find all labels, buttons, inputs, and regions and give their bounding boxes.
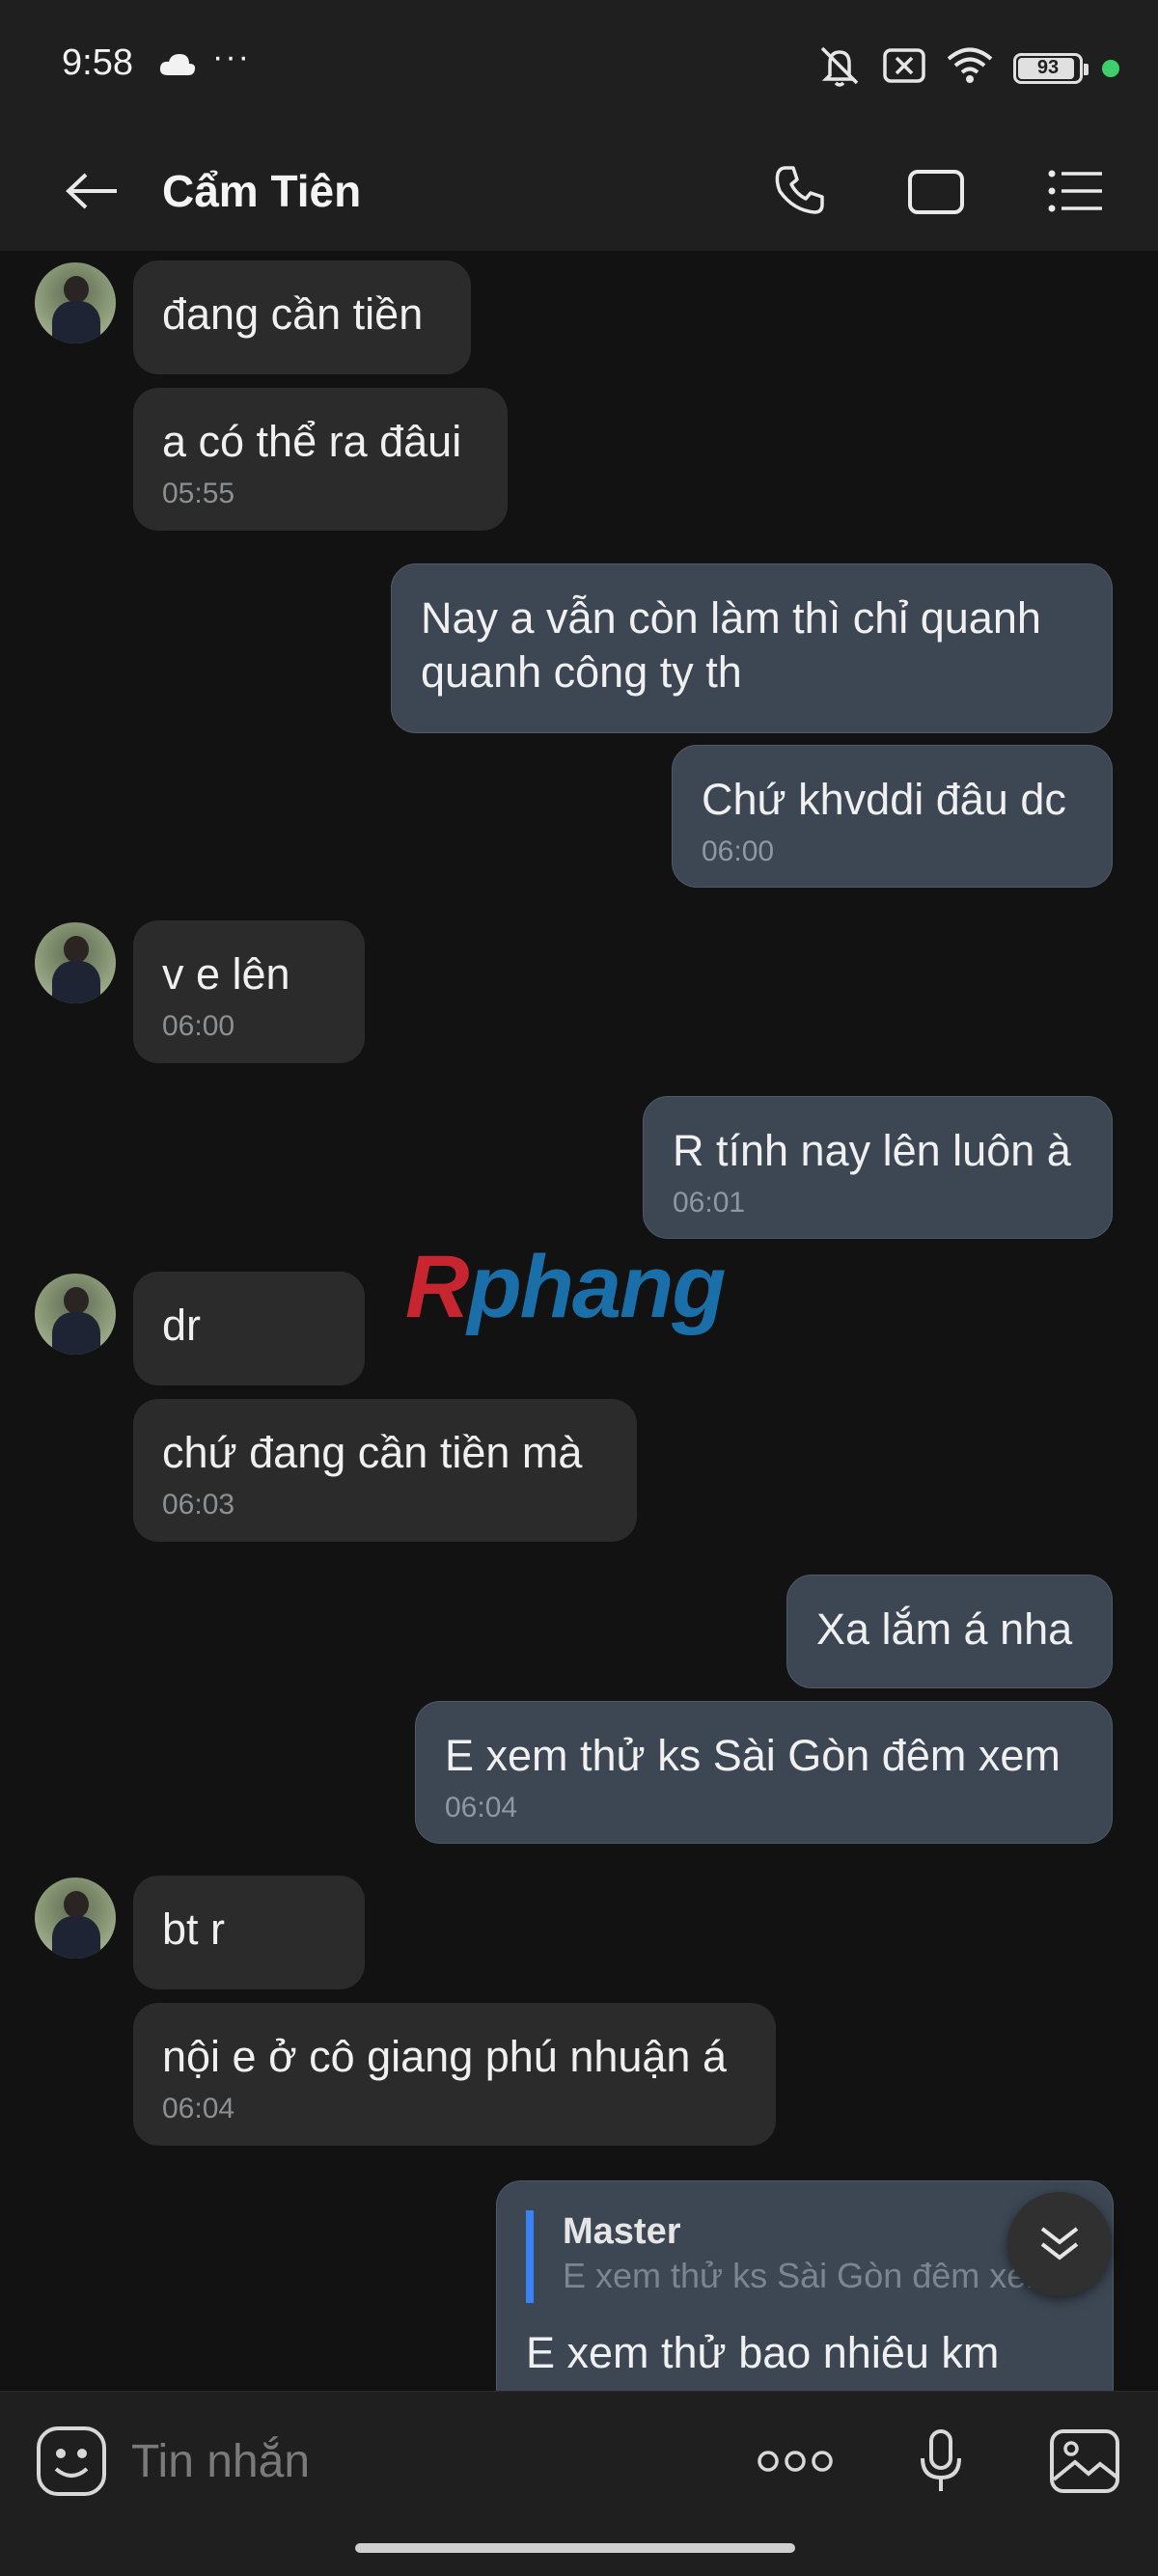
- contact-avatar[interactable]: [35, 262, 116, 343]
- quote-text: E xem thử ks Sài Gòn đêm xem: [563, 2256, 1056, 2295]
- message-bubble[interactable]: a có thể ra đâui 05:55: [133, 388, 508, 531]
- message-bubble[interactable]: v e lên 06:00: [133, 920, 365, 1063]
- voice-message-button[interactable]: [902, 2423, 979, 2500]
- message-text: a có thể ra đâui: [162, 417, 462, 466]
- message-text: v e lên: [162, 949, 290, 999]
- back-button[interactable]: [58, 160, 125, 222]
- watermark-logo: Rphang: [405, 1238, 726, 1336]
- emoji-icon: [37, 2426, 106, 2496]
- double-chevron-down-icon: [1040, 2227, 1079, 2261]
- message-bubble[interactable]: nội e ở cô giang phú nhuận á 06:04: [133, 2003, 776, 2146]
- send-image-button[interactable]: [1046, 2423, 1123, 2500]
- message-bubble[interactable]: bt r: [133, 1876, 365, 1989]
- contact-avatar[interactable]: [35, 922, 116, 1003]
- image-icon: [1050, 2429, 1119, 2493]
- message-text: Chứ khvddi đâu dc: [702, 775, 1066, 824]
- message-time: 06:04: [162, 2093, 235, 2124]
- more-notifications-icon: ···: [212, 39, 251, 75]
- message-text: chứ đang cần tiền mà: [162, 1428, 583, 1477]
- video-call-button[interactable]: [903, 156, 973, 226]
- message-bubble[interactable]: dr: [133, 1272, 365, 1385]
- contact-avatar[interactable]: [35, 1877, 116, 1959]
- menu-list-icon: [1048, 170, 1102, 212]
- chat-menu-button[interactable]: [1040, 156, 1110, 226]
- emoji-button[interactable]: [35, 2425, 108, 2498]
- home-indicator[interactable]: [355, 2543, 795, 2553]
- video-call-icon: [908, 168, 966, 214]
- battery-icon: 93: [1013, 52, 1089, 84]
- message-bubble[interactable]: chứ đang cần tiền mà 06:03: [133, 1399, 637, 1542]
- message-text: E xem thử ks Sài Gòn đêm xem: [445, 1731, 1061, 1780]
- message-text: E xem thử bao nhiêu km: [526, 2328, 1000, 2377]
- battery-level: 93: [1036, 57, 1060, 78]
- message-bubble[interactable]: Chứ khvddi đâu dc 06:00: [672, 745, 1113, 888]
- message-time: 06:01: [673, 1187, 746, 1219]
- message-time: 06:00: [702, 836, 775, 867]
- no-sim-icon: [882, 46, 926, 90]
- phone-icon: [775, 166, 824, 214]
- contact-avatar[interactable]: [35, 1274, 116, 1355]
- message-bubble[interactable]: đang cần tiền: [133, 260, 471, 374]
- chat-header: Cẩm Tiên: [0, 131, 1158, 251]
- message-list[interactable]: đang cần tiền a có thể ra đâui 05:55 Nay…: [0, 251, 1158, 2391]
- message-bubble[interactable]: E xem thử ks Sài Gòn đêm xem 06:04: [415, 1701, 1113, 1844]
- status-bar: 9:58 ··· 93: [0, 0, 1158, 131]
- message-time: 06:00: [162, 1010, 235, 1042]
- status-time: 9:58: [62, 42, 133, 83]
- message-text: Xa lắm á nha: [816, 1604, 1073, 1654]
- message-text: Nay a vẫn còn làm thì chỉ quanh quanh cô…: [421, 593, 1041, 697]
- back-arrow-icon: [66, 173, 117, 209]
- scroll-to-bottom-button[interactable]: [1007, 2192, 1112, 2296]
- message-text: đang cần tiền: [162, 289, 424, 339]
- microphone-icon: [921, 2429, 961, 2491]
- message-text: dr: [162, 1301, 202, 1350]
- cloud-icon: [158, 52, 197, 82]
- more-options-icon: [758, 2451, 833, 2472]
- active-dot-icon: [1102, 59, 1119, 77]
- message-bubble[interactable]: Nay a vẫn còn làm thì chỉ quanh quanh cô…: [391, 563, 1113, 733]
- message-bubble[interactable]: Xa lắm á nha: [786, 1575, 1113, 1688]
- message-input[interactable]: [131, 2423, 710, 2500]
- message-text: bt r: [162, 1905, 226, 1954]
- message-time: 06:04: [445, 1792, 518, 1823]
- message-bubble[interactable]: R tính nay lên luôn à 06:01: [643, 1096, 1113, 1239]
- contact-name[interactable]: Cẩm Tiên: [162, 160, 361, 222]
- quoted-message[interactable]: Master E xem thử ks Sài Gòn đêm xem: [526, 2210, 1086, 2303]
- voice-call-button[interactable]: [764, 156, 834, 226]
- message-time: 06:03: [162, 1489, 235, 1521]
- message-text: R tính nay lên luôn à: [673, 1126, 1071, 1175]
- more-options-button[interactable]: [757, 2423, 834, 2500]
- wifi-icon: [946, 46, 994, 90]
- mute-icon: [816, 44, 863, 92]
- message-text: nội e ở cô giang phú nhuận á: [162, 2032, 727, 2081]
- message-time: 05:55: [162, 478, 235, 509]
